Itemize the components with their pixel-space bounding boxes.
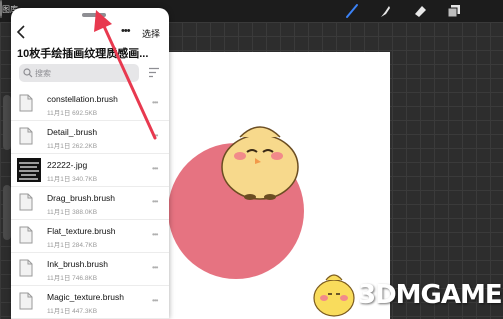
row-more-button[interactable]: ••• [152, 263, 158, 272]
artwork-chick [205, 112, 315, 207]
file-row[interactable]: Detail_.brush 11月1日 262.2KB ••• [11, 121, 169, 154]
file-meta: 11月1日 284.7KB [47, 242, 98, 249]
file-meta: 11月1日 262.2KB [47, 143, 98, 150]
document-icon [19, 226, 33, 244]
file-meta: 11月1日 746.8KB [47, 275, 98, 282]
file-list: constellation.brush 11月1日 692.5KB ••• De… [11, 88, 169, 319]
watermark: 3DMGAME [308, 268, 503, 319]
file-row[interactable]: Drag_brush.brush 11月1日 388.0KB ••• [11, 187, 169, 220]
file-row[interactable]: constellation.brush 11月1日 692.5KB ••• [11, 88, 169, 121]
file-name: constellation.brush [47, 94, 118, 104]
watermark-text: 3DMGAME [358, 280, 503, 310]
row-more-button[interactable]: ••• [152, 197, 158, 206]
document-icon [19, 259, 33, 277]
brush-size-slider[interactable] [3, 95, 11, 150]
file-row[interactable]: Magic_texture.brush 11月1日 447.3KB ••• [11, 286, 169, 319]
file-name: Ink_brush.brush [47, 259, 108, 269]
row-more-button[interactable]: ••• [152, 98, 158, 107]
opacity-slider[interactable] [3, 185, 11, 240]
file-name: Magic_texture.brush [47, 292, 125, 302]
layers-icon[interactable] [446, 3, 462, 19]
file-name: Flat_texture.brush [47, 226, 116, 236]
row-more-button[interactable]: ••• [152, 131, 158, 140]
search-icon [23, 68, 33, 78]
search-field[interactable]: 搜索 [19, 64, 139, 82]
row-more-button[interactable]: ••• [152, 230, 158, 239]
file-meta: 11月1日 447.3KB [47, 308, 98, 315]
document-icon [19, 94, 33, 112]
document-icon [19, 127, 33, 145]
document-icon [19, 193, 33, 211]
file-meta: 11月1日 388.0KB [47, 209, 98, 216]
drag-handle[interactable] [82, 13, 106, 17]
select-button[interactable]: 选择 [142, 27, 160, 40]
file-name: Drag_brush.brush [47, 193, 116, 203]
chevron-left-icon [16, 25, 25, 39]
brush-icon[interactable] [344, 3, 360, 19]
file-row[interactable]: Flat_texture.brush 11月1日 284.7KB ••• [11, 220, 169, 253]
watermark-logo [313, 274, 355, 317]
search-placeholder: 搜索 [35, 69, 51, 78]
file-meta: 11月1日 692.5KB [47, 110, 98, 117]
file-row[interactable]: Ink_brush.brush 11月1日 746.8KB ••• [11, 253, 169, 286]
file-name: 22222-.jpg [47, 160, 88, 170]
row-more-button[interactable]: ••• [152, 296, 158, 305]
files-popover: ••• 选择 10枚手绘插画纹理质感画... 搜索 constellation.… [11, 8, 169, 319]
file-row[interactable]: 22222-.jpg 11月1日 340.7KB ••• [11, 154, 169, 187]
row-more-button[interactable]: ••• [152, 164, 158, 173]
image-thumbnail [17, 158, 41, 182]
smudge-icon[interactable] [377, 3, 393, 19]
eraser-icon[interactable] [412, 3, 428, 19]
file-name: Detail_.brush [47, 127, 98, 137]
folder-title: 10枚手绘插画纹理质感画... [17, 48, 149, 60]
list-view-icon[interactable] [148, 67, 160, 78]
file-meta: 11月1日 340.7KB [47, 176, 98, 183]
more-button[interactable]: ••• [121, 25, 131, 37]
back-button[interactable] [16, 25, 28, 39]
document-icon [19, 292, 33, 310]
